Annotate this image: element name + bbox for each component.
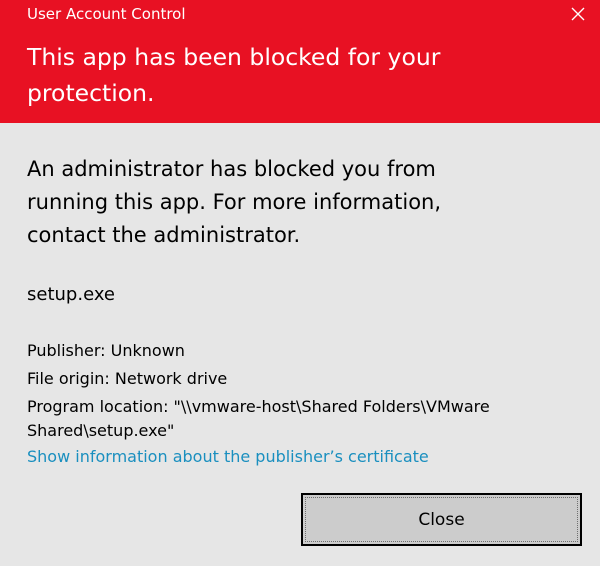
file-origin-info: File origin: Network drive <box>27 369 228 388</box>
window-title: User Account Control <box>27 5 186 23</box>
close-icon <box>571 7 585 21</box>
app-details: Publisher: Unknown File origin: Network … <box>27 337 583 443</box>
blocked-headline: This app has been blocked for your prote… <box>27 43 441 107</box>
app-name: setup.exe <box>27 284 115 305</box>
window-close-button[interactable] <box>564 0 592 28</box>
admin-message: An administrator has blocked you from ru… <box>27 157 442 247</box>
program-location-info: Program location: "\\vmware-host\Shared … <box>27 397 490 440</box>
publisher-certificate-link[interactable]: Show information about the publisher’s c… <box>27 444 429 470</box>
publisher-info: Publisher: Unknown <box>27 341 185 360</box>
close-button-label: Close <box>418 510 465 530</box>
uac-header: User Account Control This app has been b… <box>0 0 600 123</box>
close-button[interactable]: Close <box>301 493 582 546</box>
